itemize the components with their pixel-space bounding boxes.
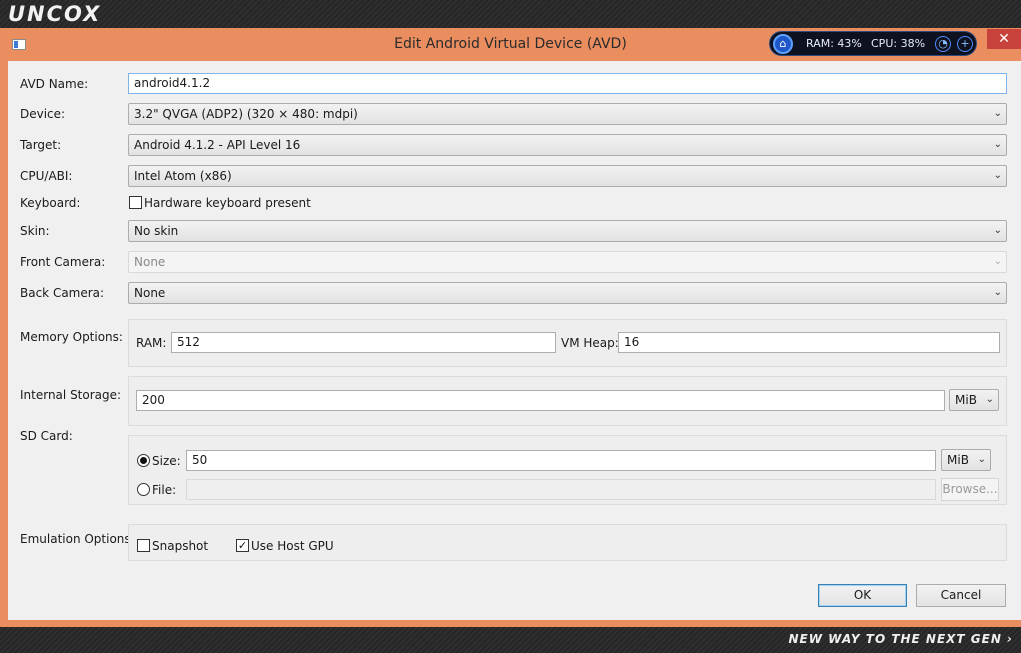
system-monitor-widget[interactable]: ⌂ RAM: 43% CPU: 38% ◔ + [769,31,977,56]
ram-label: RAM: [136,336,167,350]
device-label: Device: [20,107,66,121]
chevron-down-icon: ⌄ [977,454,986,465]
sd-file-radio[interactable] [137,483,150,496]
sd-size-input[interactable]: 50 [186,450,936,471]
target-label: Target: [20,138,62,152]
dialog-body: AVD Name: android4.1.2 Device: 3.2" QVGA… [8,61,1021,620]
cancel-button[interactable]: Cancel [916,584,1006,607]
use-host-gpu-checkbox[interactable]: ✓ [236,539,249,552]
watermark-tagline: NEW WAY TO THE NEXT GEN › [788,632,1013,646]
avd-name-label: AVD Name: [20,77,89,91]
sd-size-label[interactable]: Size: [152,454,181,468]
snapshot-label[interactable]: Snapshot [152,539,208,553]
vm-heap-input[interactable]: 16 [618,332,1000,353]
gauge-icon[interactable]: ◔ [935,36,951,52]
sd-size-unit-value: MiB [947,453,969,467]
front-camera-label: Front Camera: [20,255,106,269]
sd-size-unit-select[interactable]: MiB ⌄ [941,449,991,471]
device-select-value: 3.2" QVGA (ADP2) (320 × 480: mdpi) [134,107,358,121]
avd-dialog: Edit Android Virtual Device (AVD) ⌂ RAM:… [0,28,1021,628]
chevron-down-icon: ⌄ [993,225,1002,236]
back-camera-select[interactable]: None ⌄ [128,282,1007,304]
sd-card-group: Size: 50 MiB ⌄ File: Browse... [128,435,1007,505]
sd-file-input [186,479,936,500]
memory-options-label: Memory Options: [20,330,123,344]
cpu-abi-select[interactable]: Intel Atom (x86) ⌄ [128,165,1007,187]
memory-options-group: RAM: 512 VM Heap: 16 [128,319,1007,367]
watermark-band-top [0,0,1021,28]
hardware-keyboard-checkbox[interactable] [129,196,142,209]
chevron-down-icon: ⌄ [993,170,1002,181]
ok-button[interactable]: OK [818,584,907,607]
front-camera-select-value: None [134,255,166,269]
cpu-abi-label: CPU/ABI: [20,169,73,183]
browse-button: Browse... [941,478,999,501]
snapshot-checkbox[interactable] [137,539,150,552]
watermark-logo: UNCOX [8,2,102,26]
keyboard-label: Keyboard: [20,196,81,210]
chevron-down-icon: ⌄ [993,139,1002,150]
sd-file-label[interactable]: File: [152,483,176,497]
emulation-options-group: Snapshot ✓ Use Host GPU [128,524,1007,561]
chevron-down-icon: ⌄ [993,287,1002,298]
close-button[interactable]: ✕ [987,29,1021,49]
skin-select-value: No skin [134,224,179,238]
chevron-down-icon: ⌄ [993,108,1002,119]
title-bar: Edit Android Virtual Device (AVD) ⌂ RAM:… [0,28,1021,61]
hardware-keyboard-label[interactable]: Hardware keyboard present [144,196,311,210]
avd-name-input[interactable]: android4.1.2 [128,73,1007,94]
back-camera-select-value: None [134,286,166,300]
ram-usage: RAM: 43% [806,37,862,50]
target-select[interactable]: Android 4.1.2 - API Level 16 ⌄ [128,134,1007,156]
internal-storage-unit-value: MiB [955,393,977,407]
skin-select[interactable]: No skin ⌄ [128,220,1007,242]
vm-heap-label: VM Heap: [561,336,619,350]
back-camera-label: Back Camera: [20,286,105,300]
plus-icon[interactable]: + [957,36,973,52]
internal-storage-group: 200 MiB ⌄ [128,376,1007,426]
use-host-gpu-label[interactable]: Use Host GPU [251,539,334,553]
broom-icon[interactable]: ⌂ [773,34,793,54]
sd-size-radio[interactable] [137,454,150,467]
emulation-options-label: Emulation Options: [20,532,135,546]
internal-storage-label: Internal Storage: [20,388,122,402]
cpu-usage: CPU: 38% [871,37,926,50]
chevron-down-icon: ⌄ [993,256,1002,267]
internal-storage-unit-select[interactable]: MiB ⌄ [949,389,999,411]
cpu-abi-select-value: Intel Atom (x86) [134,169,232,183]
ram-input[interactable]: 512 [171,332,556,353]
sd-card-label: SD Card: [20,429,73,443]
internal-storage-input[interactable]: 200 [136,390,945,411]
device-select[interactable]: 3.2" QVGA (ADP2) (320 × 480: mdpi) ⌄ [128,103,1007,125]
target-select-value: Android 4.1.2 - API Level 16 [134,138,301,152]
chevron-down-icon: ⌄ [985,394,994,405]
front-camera-select: None ⌄ [128,251,1007,273]
skin-label: Skin: [20,224,50,238]
